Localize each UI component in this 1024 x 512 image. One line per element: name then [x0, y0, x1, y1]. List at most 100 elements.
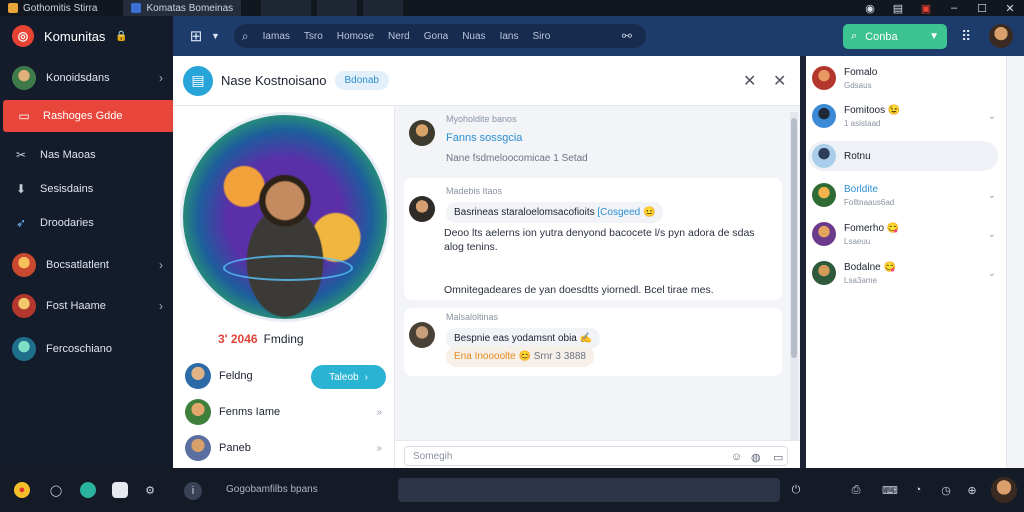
- contact-name: Bodalne 😋: [844, 262, 896, 273]
- sidebar-item-2[interactable]: ✂ Nas Maoas: [0, 139, 173, 171]
- avatar: [812, 144, 836, 168]
- circle-app-icon[interactable]: [80, 482, 96, 498]
- file-icon[interactable]: [112, 482, 128, 498]
- pill-text: Bespnie eas yodamsnt obia: [454, 333, 577, 344]
- chevron-down-icon[interactable]: ⌄: [988, 229, 996, 240]
- sidebar-item-0[interactable]: Konoidsdans ›: [0, 62, 173, 94]
- avatar: [812, 222, 836, 246]
- user-avatar[interactable]: [989, 24, 1013, 48]
- close-icon[interactable]: ✕: [743, 71, 756, 91]
- follow-button[interactable]: Taleob ›: [311, 365, 386, 389]
- settings-icon[interactable]: ⚙: [142, 482, 158, 498]
- contact-name-text: Fomerho: [844, 222, 885, 234]
- brand[interactable]: ◎ Komunitas 🔒: [0, 16, 173, 56]
- os-tab-empty[interactable]: [317, 0, 358, 16]
- gamepad-icon[interactable]: ⚯: [622, 29, 632, 43]
- chat-header: ▤ Nase Kostnoisano Bdonab ✕ ✕: [173, 56, 800, 106]
- brand-name: Komunitas: [44, 28, 106, 44]
- search-tab[interactable]: Siro: [532, 31, 550, 42]
- chevron-down-icon[interactable]: ⌄: [988, 111, 996, 122]
- avatar-icon: [12, 66, 36, 90]
- avatar: [812, 104, 836, 128]
- contacts-scrollbar[interactable]: [1006, 56, 1024, 468]
- chat-title: Nase Kostnoisano: [221, 73, 327, 88]
- clock-icon[interactable]: ◷: [938, 482, 954, 498]
- rating-value: 3' 2046: [218, 332, 258, 346]
- taskbar-input[interactable]: [398, 478, 780, 502]
- search-tab[interactable]: Nerd: [388, 31, 410, 42]
- os-tab-1[interactable]: Gothomitis Stirra: [0, 0, 105, 16]
- scrollbar-thumb[interactable]: [791, 118, 797, 358]
- sidebar-item-1[interactable]: ▭ Rashoges Gdde: [3, 100, 173, 132]
- contact-row[interactable]: Fomalo Gdsaus: [812, 64, 1000, 92]
- os-tab-empty[interactable]: [363, 0, 404, 16]
- attach-icon[interactable]: ▭: [773, 451, 783, 464]
- chat-tag[interactable]: Bdonab: [334, 71, 389, 90]
- taskbar-label: Gogobamfilbs bpans: [226, 484, 318, 495]
- sidebar-item-7[interactable]: Fercoschiano: [0, 333, 173, 365]
- people-row[interactable]: Paneb »: [185, 434, 390, 462]
- contact-row[interactable]: Borldite Folltnaaus6ad ⌄: [812, 181, 1000, 209]
- user-avatar[interactable]: [991, 477, 1017, 503]
- message-link[interactable]: Fanns sossgcia: [446, 132, 522, 144]
- search-bar[interactable]: ⌕ Iamas Tsro Homose Nerd Gona Nuas Ians …: [233, 24, 646, 48]
- chevron-down-icon[interactable]: ⌄: [988, 190, 996, 201]
- brand-logo-icon: ◎: [12, 25, 34, 47]
- contact-row[interactable]: Fomerho 😋 Lsaeuu ⌄: [812, 220, 1000, 248]
- search-icon: ⌕: [851, 30, 858, 42]
- rating-label: Fmding: [263, 332, 304, 346]
- avatar: [812, 66, 836, 90]
- gauge-icon[interactable]: ◔: [910, 482, 926, 498]
- action-button[interactable]: ⌕ Conba ▼: [843, 24, 947, 49]
- sidebar-item-5[interactable]: Bocsatlatlent ›: [0, 249, 173, 281]
- contact-row-selected[interactable]: Rotnu: [812, 142, 1000, 170]
- search-tab[interactable]: Ians: [500, 31, 519, 42]
- maximize-icon[interactable]: ☐: [968, 0, 996, 16]
- contact-sub: Lsaeuu: [844, 236, 871, 246]
- chat-bubble-icon[interactable]: ◯: [48, 482, 64, 498]
- forward-icon[interactable]: »: [376, 443, 382, 454]
- contact-row[interactable]: Fomitoos 😉 1 asistaad ⌄: [812, 102, 1000, 130]
- avatar: [409, 322, 435, 348]
- mic-icon[interactable]: ◍: [751, 451, 761, 464]
- search-tab[interactable]: Nuas: [462, 31, 485, 42]
- sidebar-item-3[interactable]: ⬇ Sesisdains: [0, 173, 173, 205]
- chevron-down-icon[interactable]: ▼: [211, 31, 220, 41]
- chevron-down-icon[interactable]: ⌄: [988, 268, 996, 279]
- print-icon[interactable]: ⎙: [848, 482, 864, 498]
- search-tab[interactable]: Gona: [424, 31, 448, 42]
- pill-link[interactable]: [Cosgeed: [597, 207, 640, 218]
- profile-hero-image: [180, 112, 390, 322]
- chrome-icon[interactable]: ●: [14, 482, 30, 498]
- sidebar-item-6[interactable]: Fost Haame ›: [0, 290, 173, 322]
- search-tab[interactable]: Homose: [337, 31, 374, 42]
- app-icon: [8, 3, 18, 13]
- download-icon[interactable]: ⊕: [964, 482, 980, 498]
- sidebar-item-4[interactable]: ➶ Droodaries: [0, 207, 173, 239]
- close-icon[interactable]: ✕: [773, 71, 786, 91]
- minimize-icon[interactable]: –: [940, 0, 968, 16]
- emoji-icon: 😊: [518, 351, 531, 362]
- os-tab-empty[interactable]: [261, 0, 312, 16]
- apps-grid-icon[interactable]: ⠿: [961, 28, 971, 45]
- power-icon[interactable]: ⏻: [788, 482, 804, 498]
- search-tab[interactable]: Tsro: [304, 31, 323, 42]
- people-row[interactable]: Fenms Iame »: [185, 398, 390, 426]
- os-tab-label: Gothomitis Stirra: [23, 2, 98, 14]
- message-text: Nane fsdmeloocomicae 1 Setad: [446, 153, 588, 164]
- record-icon[interactable]: ▣: [912, 0, 940, 16]
- info-icon[interactable]: i: [184, 482, 202, 500]
- profile-icon[interactable]: ◉: [856, 0, 884, 16]
- contact-row[interactable]: Bodalne 😋 Lsa3ame ⌄: [812, 259, 1000, 287]
- forward-icon[interactable]: »: [376, 407, 382, 418]
- chat-scrollbar[interactable]: [790, 112, 798, 440]
- layout-icon[interactable]: ⊞: [187, 27, 205, 45]
- keyboard-icon[interactable]: ⌨: [882, 482, 898, 498]
- os-tab-2[interactable]: Komatas Bomeinas: [123, 0, 242, 16]
- smile-icon[interactable]: ☺: [731, 451, 742, 463]
- chevron-down-icon: ▼: [929, 31, 939, 42]
- notes-icon[interactable]: ▤: [884, 0, 912, 16]
- search-tab[interactable]: Iamas: [263, 31, 290, 42]
- monitor-icon: ▭: [18, 109, 30, 123]
- close-icon[interactable]: ✕: [996, 0, 1024, 16]
